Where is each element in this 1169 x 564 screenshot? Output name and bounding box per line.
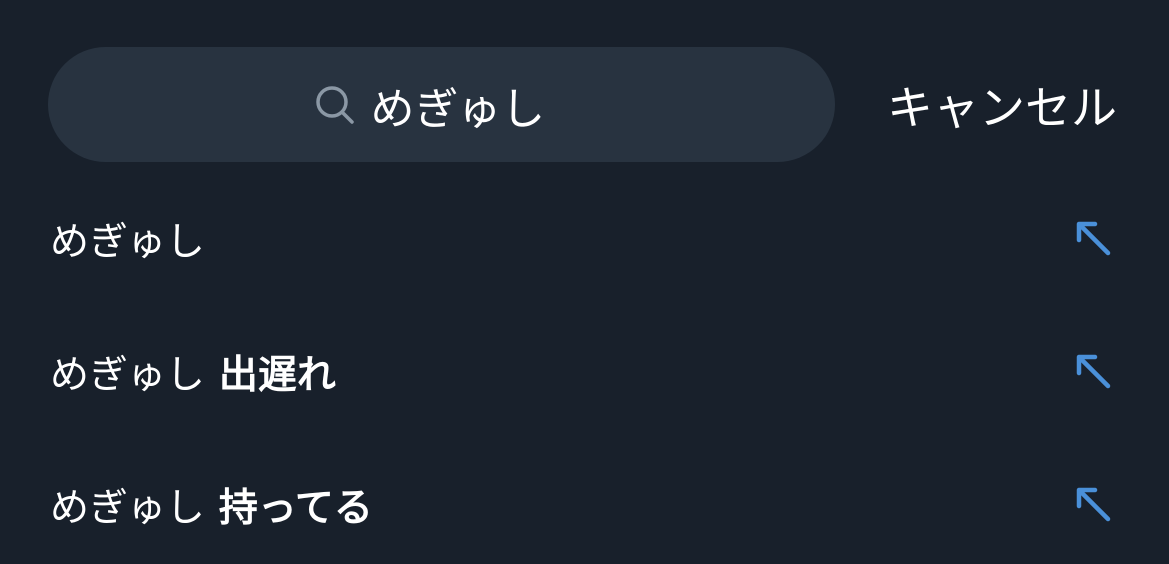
suggestion-completion-text: 持ってる [218,485,373,531]
suggestion-completion-text: 出遅れ [218,352,336,398]
search-bar[interactable] [48,47,835,162]
arrow-up-left-icon[interactable] [1075,353,1113,391]
suggestion-text: めぎゅし [50,172,205,305]
search-input[interactable] [370,79,571,130]
suggestion-row[interactable]: めぎゅし 持ってる [0,438,1169,564]
arrow-up-left-icon[interactable] [1075,220,1113,258]
suggestion-row[interactable]: めぎゅし 出遅れ [0,305,1169,438]
suggestion-text: めぎゅし 出遅れ [50,305,336,438]
search-field-content [313,79,571,130]
suggestion-row[interactable]: めぎゅし [0,172,1169,305]
suggestion-base-text: めぎゅし [50,219,205,265]
suggestion-base-text: めぎゅし [50,485,205,531]
suggestion-text: めぎゅし 持ってる [50,438,373,564]
search-icon [313,83,357,127]
suggestion-list: めぎゅし めぎゅし 出遅れ めぎゅし 持ってる [0,172,1169,564]
arrow-up-left-icon[interactable] [1075,486,1113,524]
cancel-button[interactable]: キャンセル [862,47,1142,162]
suggestion-base-text: めぎゅし [50,352,205,398]
